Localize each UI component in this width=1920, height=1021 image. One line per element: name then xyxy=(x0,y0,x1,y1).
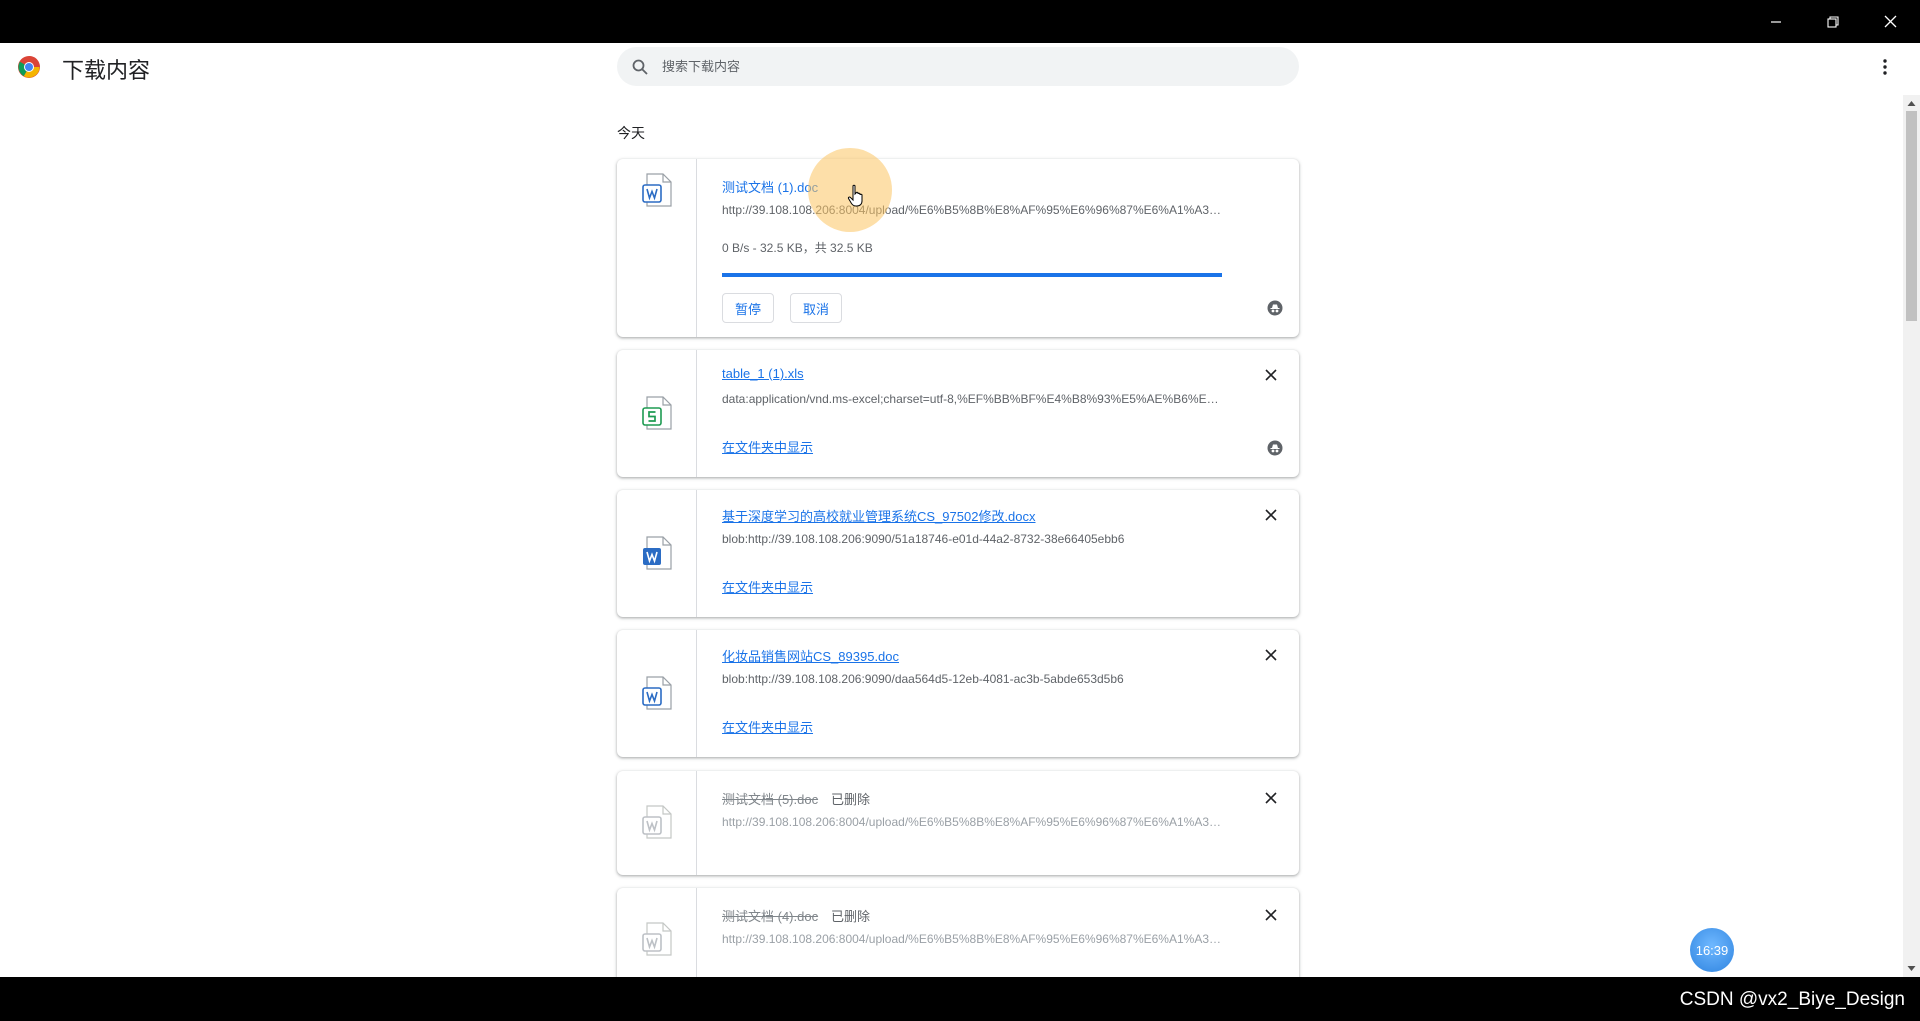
chrome-logo-icon xyxy=(18,56,40,78)
close-window-button[interactable] xyxy=(1862,0,1918,43)
close-icon xyxy=(1884,15,1896,28)
download-item: 化妆品销售网站CS_89395.doc blob:http://39.108.1… xyxy=(617,630,1299,757)
downloads-header: 下载内容 xyxy=(0,43,1920,95)
watermark-text: CSDN @vx2_Biye_Design xyxy=(1679,989,1905,1010)
file-icon-column xyxy=(617,490,697,617)
hand-cursor-icon xyxy=(847,184,863,207)
download-progress-bar xyxy=(722,273,1222,277)
incognito-icon xyxy=(1267,300,1283,316)
file-name-link[interactable]: 化妆品销售网站CS_89395.doc xyxy=(722,646,899,665)
date-section-label: 今天 xyxy=(617,125,645,141)
minimize-button[interactable] xyxy=(1748,0,1804,43)
scroll-up-arrow-icon[interactable] xyxy=(1907,99,1916,108)
minimize-icon xyxy=(1771,20,1781,23)
search-icon xyxy=(632,59,648,75)
file-url: data:application/vnd.ms-excel;charset=ut… xyxy=(722,392,1222,406)
file-icon-column xyxy=(617,350,697,477)
file-url: http://39.108.108.206:8004/upload/%E6%B5… xyxy=(722,203,1222,217)
file-url: http://39.108.108.206:8004/upload/%E6%B5… xyxy=(722,932,1222,946)
file-icon-column xyxy=(617,159,697,337)
remove-from-list-icon[interactable] xyxy=(1263,647,1279,663)
download-item: 测试文档 (1).doc http://39.108.108.206:8004/… xyxy=(617,159,1299,337)
search-box[interactable] xyxy=(617,47,1299,86)
restore-icon xyxy=(1827,15,1839,28)
file-url: http://39.108.108.206:8004/upload/%E6%B5… xyxy=(722,815,1222,829)
word-doc-icon xyxy=(642,173,672,207)
word-doc-icon xyxy=(642,676,672,710)
file-url: blob:http://39.108.108.206:9090/daa564d5… xyxy=(722,672,1124,686)
deleted-label: 已删除 xyxy=(831,909,871,924)
scrollbar-thumb[interactable] xyxy=(1906,111,1917,321)
download-item: 基于深度学习的高校就业管理系统CS_97502修改.docx blob:http… xyxy=(617,490,1299,617)
word-doc-icon xyxy=(642,805,672,839)
file-name-link[interactable]: 基于深度学习的高校就业管理系统CS_97502修改.docx xyxy=(722,506,1036,525)
word-doc-icon xyxy=(642,922,672,956)
download-status: 0 B/s - 32.5 KB，共 32.5 KB xyxy=(722,241,873,255)
deleted-label: 已删除 xyxy=(831,792,871,807)
file-name-link[interactable]: 测试文档 (1).doc xyxy=(722,177,818,196)
download-item: table_1 (1).xls data:application/vnd.ms-… xyxy=(617,350,1299,477)
page-title: 下载内容 xyxy=(62,58,151,83)
show-in-folder-link[interactable]: 在文件夹中显示 xyxy=(722,437,813,456)
remove-from-list-icon[interactable] xyxy=(1263,790,1279,806)
cancel-button[interactable]: 取消 xyxy=(790,293,843,323)
pause-button[interactable]: 暂停 xyxy=(722,293,775,323)
download-item: 测试文档 (5).doc 已删除 http://39.108.108.206:8… xyxy=(617,771,1299,875)
remove-from-list-icon[interactable] xyxy=(1263,367,1279,383)
word-doc-icon xyxy=(643,536,672,570)
remove-from-list-icon[interactable] xyxy=(1263,907,1279,923)
scroll-down-arrow-icon[interactable] xyxy=(1907,964,1916,973)
file-icon-column xyxy=(617,630,697,757)
file-name: 测试文档 (5).doc xyxy=(722,792,819,807)
vertical-scrollbar[interactable] xyxy=(1903,95,1920,977)
spreadsheet-icon xyxy=(642,396,672,430)
file-icon-column xyxy=(617,771,697,875)
more-vert-icon xyxy=(1883,59,1887,75)
file-url: blob:http://39.108.108.206:9090/51a18746… xyxy=(722,532,1125,546)
restore-button[interactable] xyxy=(1805,0,1861,43)
search-input[interactable] xyxy=(662,47,1282,86)
download-progress-fill xyxy=(722,273,1222,277)
bottom-bar: CSDN @vx2_Biye_Design xyxy=(0,977,1920,1021)
remove-from-list-icon[interactable] xyxy=(1263,507,1279,523)
incognito-icon xyxy=(1267,440,1283,456)
show-in-folder-link[interactable]: 在文件夹中显示 xyxy=(722,717,813,736)
file-name: 测试文档 (4).doc xyxy=(722,909,819,924)
floating-clock-widget[interactable]: 16:39 xyxy=(1690,928,1734,972)
file-name-link[interactable]: table_1 (1).xls xyxy=(722,366,804,381)
show-in-folder-link[interactable]: 在文件夹中显示 xyxy=(722,577,813,596)
more-menu-button[interactable] xyxy=(1873,55,1897,79)
window-title-bar xyxy=(0,0,1920,43)
